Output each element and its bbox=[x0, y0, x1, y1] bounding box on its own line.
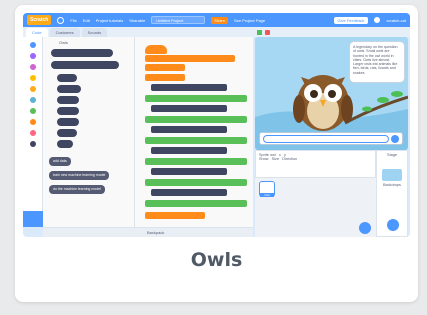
category-ml[interactable] bbox=[29, 141, 36, 147]
menu-file[interactable]: File bbox=[70, 18, 76, 23]
backdrop-thumbnail[interactable] bbox=[382, 169, 402, 181]
x-label: x bbox=[278, 153, 281, 157]
ml-block[interactable] bbox=[151, 105, 227, 112]
menu-bar: Scratch File Edit Project tutorials Shar… bbox=[23, 13, 410, 27]
stage-header bbox=[253, 27, 410, 37]
category-control[interactable] bbox=[29, 86, 36, 92]
direction-label: Direction bbox=[282, 157, 298, 161]
script-block[interactable] bbox=[145, 179, 247, 186]
script-block[interactable] bbox=[145, 137, 247, 144]
tab-code[interactable]: Code bbox=[26, 28, 48, 37]
palette-block[interactable] bbox=[57, 96, 79, 104]
project-caption: Owls bbox=[190, 249, 243, 271]
script-block[interactable] bbox=[145, 74, 185, 81]
category-variables[interactable] bbox=[29, 119, 36, 125]
username[interactable]: scratch-cat bbox=[386, 18, 406, 23]
backpack-label: Backpack bbox=[147, 230, 165, 235]
palette-block[interactable] bbox=[57, 118, 79, 126]
ml-block[interactable] bbox=[151, 84, 227, 91]
script-block[interactable] bbox=[145, 95, 247, 102]
project-card[interactable]: Scratch File Edit Project tutorials Shar… bbox=[15, 5, 418, 302]
script-block[interactable] bbox=[145, 64, 185, 71]
category-looks[interactable] bbox=[29, 53, 36, 59]
tab-sounds[interactable]: Sounds bbox=[81, 28, 108, 37]
sprite-info-panel: Sprite owl x y Show Size Direction bbox=[255, 150, 376, 178]
palette-block[interactable] bbox=[57, 140, 73, 148]
choose-sprite-button[interactable] bbox=[359, 222, 371, 234]
category-sound[interactable] bbox=[29, 64, 36, 70]
palette-block[interactable] bbox=[57, 129, 77, 137]
ml-block[interactable] bbox=[151, 126, 227, 133]
category-operators[interactable] bbox=[29, 108, 36, 114]
stage[interactable]: A legendary on the question of owls. Sma… bbox=[255, 37, 408, 150]
block-categories bbox=[23, 37, 43, 227]
palette-title: Owls bbox=[59, 40, 68, 45]
palette-block[interactable] bbox=[57, 74, 77, 82]
give-feedback-button[interactable]: Give Feedback bbox=[333, 16, 369, 24]
script-area[interactable] bbox=[135, 37, 253, 227]
ml-block[interactable] bbox=[151, 189, 227, 196]
ask-prompt bbox=[259, 132, 403, 145]
do-model-button[interactable]: do the machine learning model bbox=[49, 185, 105, 194]
palette-block[interactable] bbox=[57, 85, 81, 93]
submit-answer-button[interactable] bbox=[391, 135, 399, 143]
show-label: Show bbox=[259, 157, 269, 161]
script-block[interactable] bbox=[145, 55, 235, 62]
editor-tabs: Code Costumes Sounds bbox=[23, 27, 253, 37]
green-flag-icon[interactable] bbox=[257, 29, 262, 35]
choose-backdrop-button[interactable] bbox=[387, 219, 399, 231]
menu-tutorials[interactable]: Project tutorials bbox=[96, 18, 124, 23]
palette-block[interactable] bbox=[51, 49, 113, 57]
category-motion[interactable] bbox=[29, 42, 36, 48]
project-thumbnail: Scratch File Edit Project tutorials Shar… bbox=[23, 13, 410, 237]
script-block[interactable] bbox=[145, 212, 205, 219]
backdrops-label: Backdrops bbox=[383, 183, 401, 187]
menu-edit[interactable]: Edit bbox=[83, 18, 90, 23]
stage-panel-title: Stage bbox=[387, 153, 397, 157]
palette-block[interactable] bbox=[51, 61, 119, 69]
train-model-button[interactable]: train new machine learning model bbox=[49, 171, 110, 180]
add-extension-button[interactable] bbox=[23, 211, 43, 227]
script-block[interactable] bbox=[145, 116, 247, 123]
hat-block[interactable] bbox=[145, 45, 167, 54]
category-events[interactable] bbox=[29, 75, 36, 81]
globe-icon[interactable] bbox=[57, 16, 65, 24]
answer-input[interactable] bbox=[263, 135, 389, 143]
backpack[interactable]: Backpack bbox=[43, 227, 253, 237]
see-project-page-button[interactable]: See Project Page bbox=[234, 18, 265, 23]
stage-selector[interactable]: Stage Backdrops bbox=[376, 150, 408, 237]
palette-block[interactable] bbox=[57, 107, 79, 115]
menu-sharable[interactable]: Sharable bbox=[129, 18, 145, 23]
script-block[interactable] bbox=[145, 158, 247, 165]
scratch-logo[interactable]: Scratch bbox=[27, 15, 52, 25]
avatar[interactable] bbox=[374, 17, 381, 23]
category-sensing[interactable] bbox=[29, 97, 36, 103]
add-data-button[interactable]: add data bbox=[49, 157, 71, 166]
sprite-tile-owl[interactable]: Owl bbox=[259, 181, 275, 197]
block-palette: Owls add data train new machine learning… bbox=[43, 37, 135, 227]
category-my-blocks[interactable] bbox=[29, 130, 36, 136]
script-block[interactable] bbox=[145, 200, 247, 207]
ml-block[interactable] bbox=[151, 168, 227, 175]
share-button[interactable]: Share bbox=[211, 16, 228, 24]
speech-bubble: A legendary on the question of owls. Sma… bbox=[349, 41, 405, 83]
project-title-input[interactable]: Untitled Project bbox=[151, 16, 206, 24]
sprite-tile-label: Owl bbox=[260, 193, 274, 197]
stop-icon[interactable] bbox=[265, 29, 270, 35]
tab-costumes[interactable]: Costumes bbox=[49, 28, 80, 37]
ml-block[interactable] bbox=[151, 147, 227, 154]
size-label: Size bbox=[271, 157, 280, 161]
sprite-list: Owl bbox=[255, 178, 376, 237]
